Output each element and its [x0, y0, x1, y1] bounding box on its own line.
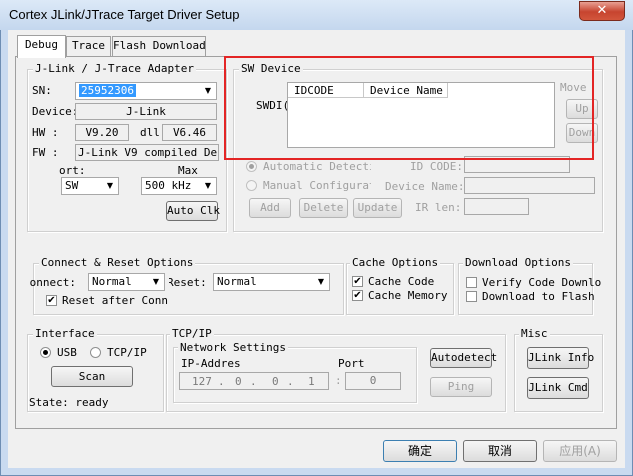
connect-label-text: Connect:: [30, 276, 76, 289]
cache-memory-checkbox[interactable]: ✔: [352, 290, 363, 301]
reset-after-connect-label: Reset after Conn: [62, 294, 168, 307]
tab-trace[interactable]: Trace: [66, 36, 111, 56]
reset-label: Reset:: [169, 276, 211, 289]
download-options-title: Download Options: [463, 256, 573, 269]
network-settings-title: Network Settings: [178, 341, 288, 354]
usb-radio[interactable]: [40, 347, 51, 358]
fw-label: FW :: [32, 146, 59, 159]
close-button[interactable]: ✕: [579, 1, 625, 21]
download-options-group: [458, 263, 593, 315]
chevron-down-icon: ▼: [152, 277, 160, 286]
chevron-down-icon: ▼: [317, 277, 325, 286]
cache-code-checkbox[interactable]: ✔: [352, 276, 363, 287]
port-label: ort:: [59, 164, 86, 177]
ip-octet-4: 1: [308, 375, 315, 388]
manual-configuration-radio[interactable]: [246, 180, 257, 191]
manual-configuration-label: Manual Configurati: [263, 179, 371, 192]
reset-after-connect-checkbox[interactable]: ✔: [46, 295, 57, 306]
tab-flash-download[interactable]: Flash Download: [112, 36, 206, 56]
connect-select[interactable]: Normal ▼: [88, 273, 165, 291]
automatic-detection-label: Automatic Detecti: [263, 160, 371, 173]
sn-value: 25952306: [79, 84, 136, 97]
ir-len-label: IR len:: [415, 201, 462, 214]
reset-value: Normal: [217, 275, 257, 288]
jlink-cmd-button[interactable]: JLink Cmd: [527, 377, 589, 399]
device-name-field[interactable]: [464, 177, 595, 194]
autodetect-button[interactable]: Autodetect: [430, 348, 497, 368]
device-name-label: Device Name:: [385, 180, 465, 193]
ip-octet-3: 0: [272, 375, 279, 388]
ip-dot: .: [250, 375, 257, 388]
connect-label: Connect:: [30, 276, 84, 289]
max-clock-value: 500 kHz: [145, 179, 192, 192]
delete-button[interactable]: Delete: [299, 198, 348, 218]
ok-button[interactable]: 确定: [383, 440, 457, 462]
tab-debug[interactable]: Debug: [17, 35, 66, 58]
ir-len-field[interactable]: [464, 198, 529, 215]
connect-value: Normal: [92, 275, 132, 288]
tcpip-radio-label: TCP/IP: [107, 346, 147, 359]
jlink-info-button[interactable]: JLink Info: [527, 347, 594, 369]
add-button[interactable]: Add: [249, 198, 291, 218]
ip-dot: .: [287, 375, 294, 388]
misc-title: Misc: [519, 327, 550, 340]
automatic-detection-radio[interactable]: [246, 161, 257, 172]
sn-select[interactable]: 25952306 ▼: [75, 82, 217, 100]
scan-button[interactable]: Scan: [51, 366, 133, 387]
connect-reset-title: Connect & Reset Options: [39, 256, 196, 269]
verify-code-download-label: Verify Code Downlo: [482, 276, 602, 289]
cache-memory-label: Cache Memory: [368, 289, 448, 302]
download-to-flash-checkbox[interactable]: [466, 291, 477, 302]
device-value: J-Link: [75, 103, 217, 120]
sn-label: SN:: [32, 84, 52, 97]
update-button[interactable]: Update: [353, 198, 402, 218]
hw-label: HW :: [32, 126, 59, 139]
id-code-label: ID CODE:: [410, 160, 463, 173]
adapter-group-title: J-Link / J-Trace Adapter: [33, 62, 196, 75]
fw-value: J-Link V9 compiled Dec :: [75, 144, 219, 161]
ping-button[interactable]: Ping: [430, 377, 492, 397]
window-title: Cortex JLink/JTrace Target Driver Setup: [9, 7, 240, 22]
usb-label: USB: [57, 346, 77, 359]
reset-select[interactable]: Normal ▼: [213, 273, 330, 291]
download-to-flash-label: Download to Flash: [482, 290, 595, 303]
cache-options-title: Cache Options: [350, 256, 441, 269]
cancel-button[interactable]: 取消: [463, 440, 537, 462]
max-label: Max: [178, 164, 198, 177]
port-select[interactable]: SW ▼: [61, 177, 119, 195]
hw-value: V9.20: [75, 124, 129, 141]
verify-code-download-checkbox[interactable]: [466, 277, 477, 288]
misc-group: [514, 334, 603, 412]
port-separator: :: [335, 374, 342, 387]
ip-octet-2: 0: [235, 375, 242, 388]
tcpip-radio[interactable]: [90, 347, 101, 358]
interface-state: State: ready: [29, 396, 109, 409]
port-number-field[interactable]: 0: [345, 372, 401, 390]
ip-address-label: IP-Addres: [181, 357, 241, 370]
ip-address-field[interactable]: 127 . 0 . 0 . 1: [179, 372, 329, 390]
dll-label: dll: [140, 126, 160, 139]
highlight-box: [224, 56, 594, 160]
cache-code-label: Cache Code: [368, 275, 435, 288]
apply-button[interactable]: 应用(A): [543, 440, 617, 462]
dll-value: V6.46: [162, 124, 217, 141]
chevron-down-icon: ▼: [204, 86, 212, 95]
chevron-down-icon: ▼: [204, 181, 212, 190]
interface-title: Interface: [33, 327, 97, 340]
reset-label-text: Reset:: [169, 276, 207, 289]
auto-clk-button[interactable]: Auto Clk: [166, 201, 220, 221]
ip-dot: .: [218, 375, 225, 388]
ip-octet-1: 127: [192, 375, 212, 388]
tcpip-title: TCP/IP: [170, 327, 214, 340]
port-number-label: Port: [338, 357, 365, 370]
device-label: Device:: [32, 105, 79, 118]
chevron-down-icon: ▼: [106, 181, 114, 190]
port-value: SW: [65, 179, 79, 192]
max-clock-select[interactable]: 500 kHz ▼: [141, 177, 217, 195]
